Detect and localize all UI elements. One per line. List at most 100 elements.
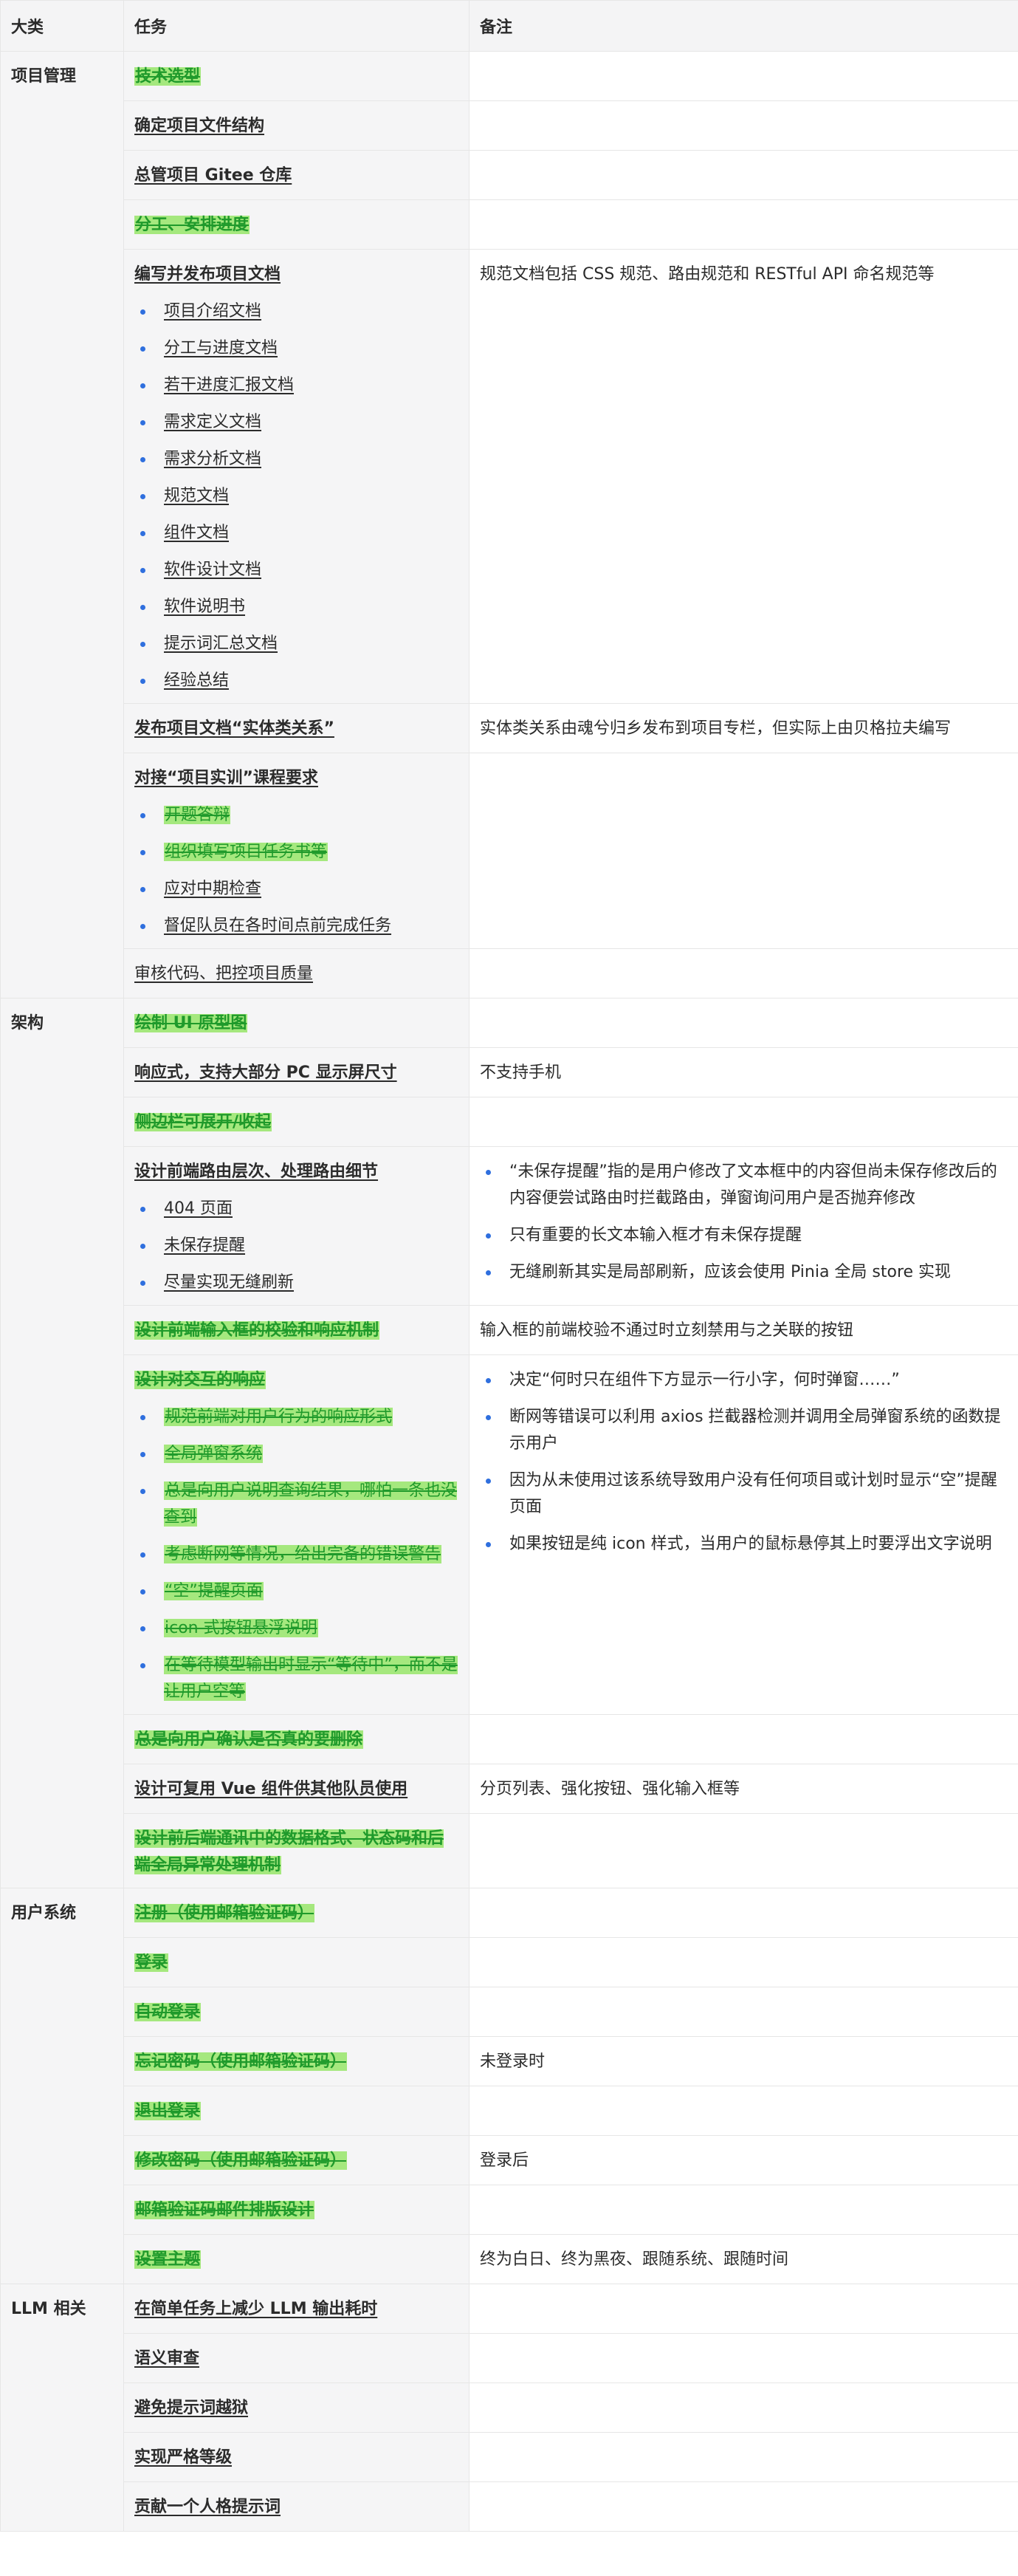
note-cell: 实体类关系由魂兮归乡发布到项目专栏，但实际上由贝格拉夫编写	[469, 703, 1018, 753]
table-row: 确定项目文件结构	[1, 100, 1018, 151]
table-row: 修改密码（使用邮箱验证码） 登录后	[1, 2135, 1018, 2185]
task-label-done: 分工、安排进度	[134, 216, 250, 234]
subtask-item: icon 式按钮悬浮说明	[134, 1615, 458, 1642]
task-cell: 贡献一个人格提示词	[123, 2481, 470, 2532]
task-cell: 侧边栏可展开/收起	[123, 1097, 470, 1147]
note-cell	[469, 1097, 1018, 1147]
subtask-list: 规范前端对用户行为的响应形式 全局弹窗系统 总是向用户说明查询结果，哪怕一条也没查到…	[134, 1404, 458, 1705]
subtask-item: 应对中期检查	[134, 876, 458, 902]
task-label-done: 侧边栏可展开/收起	[134, 1113, 272, 1131]
subtask-item: 提示词汇总文档	[134, 631, 458, 657]
task-cell: 响应式，支持大部分 PC 显示屏尺寸	[123, 1047, 470, 1097]
task-cell: 确定项目文件结构	[123, 100, 470, 151]
task-cell: 对接“项目实训”课程要求 开题答辩 组织填写项目任务书等 应对中期检查 督促队员在各时间…	[123, 753, 470, 949]
task-table: 大类 任务 备注 项目管理 技术选型 确定项目文件结构 总管项目 Gitee 仓库 分工…	[0, 0, 1018, 2532]
note-item: 只有重要的长文本输入框才有未保存提醒	[480, 1222, 1008, 1249]
subtask-label: 经验总结	[164, 671, 230, 690]
note-text: 规范文档包括 CSS 规范、路由规范和 RESTful API 命名规范等	[480, 265, 935, 284]
subtask-label: 软件说明书	[164, 597, 246, 616]
task-label-done: 绘制 UI 原型图	[134, 1014, 248, 1032]
task-cell: 设计可复用 Vue 组件供其他队员使用	[123, 1764, 470, 1814]
task-label: 在简单任务上减少 LLM 输出耗时	[134, 2300, 378, 2318]
task-label-done: 自动登录	[134, 2003, 202, 2021]
task-label: 设计可复用 Vue 组件供其他队员使用	[134, 1780, 408, 1798]
note-cell	[469, 150, 1018, 200]
subtask-item: 若干进度汇报文档	[134, 372, 458, 399]
note-cell	[469, 51, 1018, 101]
task-cell: 在简单任务上减少 LLM 输出耗时	[123, 2284, 470, 2334]
subtask-label-done: 在等待模型输出时显示“等待中”，而不是让用户空等	[164, 1656, 458, 1701]
subtask-item: 需求分析文档	[134, 446, 458, 473]
note-cell: 分页列表、强化按钮、强化输入框等	[469, 1764, 1018, 1814]
category-cell: 用户系统	[0, 1888, 124, 2284]
note-item: 断网等错误可以利用 axios 拦截器检测并调用全局弹窗系统的函数提示用户	[480, 1404, 1008, 1457]
subtask-item: 总是向用户说明查询结果，哪怕一条也没查到	[134, 1478, 458, 1531]
note-item: 如果按钮是纯 icon 样式，当用户的鼠标悬停其上时要浮出文字说明	[480, 1531, 1008, 1558]
task-label: 设计前端路由层次、处理路由细节	[134, 1162, 379, 1181]
note-cell: 终为白日、终为黑夜、跟随系统、跟随时间	[469, 2234, 1018, 2284]
subtask-label: 组件文档	[164, 524, 230, 542]
subtask-label: 未保存提醒	[164, 1236, 246, 1255]
subtask-item: 在等待模型输出时显示“等待中”，而不是让用户空等	[134, 1652, 458, 1705]
table-row: 架构 绘制 UI 原型图	[0, 998, 1018, 1888]
subtask-label: 应对中期检查	[164, 880, 262, 898]
task-cell: 自动登录	[123, 1987, 470, 2037]
task-label-done: 设计前后端通讯中的数据格式、状态码和后端全局异常处理机制	[134, 1829, 444, 1874]
note-item: 因为从未使用过该系统导致用户没有任何项目或计划时显示“空”提醒页面	[480, 1467, 1008, 1521]
task-label: 响应式，支持大部分 PC 显示屏尺寸	[134, 1063, 397, 1082]
task-label-done: 修改密码（使用邮箱验证码）	[134, 2151, 348, 2170]
task-label: 编写并发布项目文档	[134, 265, 281, 284]
subtask-item: 分工与进度文档	[134, 335, 458, 362]
note-cell	[469, 1888, 1018, 1938]
header-note: 备注	[469, 0, 1018, 52]
subtask-item: 考虑断网等情况，给出完备的错误警告	[134, 1541, 458, 1568]
category-cell: LLM 相关	[0, 2284, 124, 2532]
task-label-done: 邮箱验证码邮件排版设计	[134, 2201, 315, 2219]
task-cell: 设计前后端通讯中的数据格式、状态码和后端全局异常处理机制	[123, 1813, 470, 1888]
subtask-label: 若干进度汇报文档	[164, 376, 295, 394]
note-text: 登录后	[480, 2151, 529, 2170]
task-label: 对接“项目实训”课程要求	[134, 769, 318, 787]
table-row: 对接“项目实训”课程要求 开题答辩 组织填写项目任务书等 应对中期检查 督促队员在各时间…	[1, 753, 1018, 949]
header-task: 任务	[123, 0, 470, 52]
note-list: “未保存提醒”指的是用户修改了文本框中的内容但尚未保存修改后的内容便尝试路由时拦…	[480, 1159, 1008, 1286]
table-row: 项目管理 技术选型	[0, 51, 1018, 998]
subtask-label-done: icon 式按钮悬浮说明	[164, 1619, 318, 1637]
task-cell: 绘制 UI 原型图	[123, 998, 470, 1048]
subtask-item: 软件说明书	[134, 594, 458, 620]
subtask-list: 404 页面 未保存提醒 尽量实现无缝刷新	[134, 1196, 458, 1296]
subtask-label-done: 考虑断网等情况，给出完备的错误警告	[164, 1545, 442, 1563]
table-row: 总管项目 Gitee 仓库	[1, 150, 1018, 200]
subtask-label: 提示词汇总文档	[164, 634, 278, 653]
subtask-label-done: 组织填写项目任务书等	[164, 843, 329, 861]
table-row: 侧边栏可展开/收起	[1, 1097, 1018, 1147]
task-cell: 设计对交互的响应 规范前端对用户行为的响应形式 全局弹窗系统 总是向用户说明查询结果，…	[123, 1354, 470, 1715]
task-label-done: 忘记密码（使用邮箱验证码）	[134, 2052, 348, 2071]
note-cell	[469, 998, 1018, 1048]
task-label: 避免提示词越狱	[134, 2399, 249, 2417]
table-row: 编写并发布项目文档 项目介绍文档 分工与进度文档 若干进度汇报文档 需求定义文档 需求分析…	[1, 249, 1018, 704]
subtask-label-done: 开题答辩	[164, 806, 231, 824]
note-cell	[469, 100, 1018, 151]
note-text: 输入框的前端校验不通过时立刻禁用与之关联的按钮	[480, 1321, 854, 1340]
category-cell: 项目管理	[0, 51, 124, 998]
table-row: 退出登录	[1, 2086, 1018, 2136]
task-cell: 登录	[123, 1937, 470, 1987]
note-text: 分页列表、强化按钮、强化输入框等	[480, 1780, 740, 1798]
subtask-item: 未保存提醒	[134, 1233, 458, 1259]
task-cell: 修改密码（使用邮箱验证码）	[123, 2135, 470, 2185]
task-label: 发布项目文档“实体类关系”	[134, 719, 334, 738]
task-cell: 设置主题	[123, 2234, 470, 2284]
subtask-item: 经验总结	[134, 668, 458, 694]
task-cell: 总管项目 Gitee 仓库	[123, 150, 470, 200]
subtask-item: 组件文档	[134, 520, 458, 547]
note-item: 决定“何时只在组件下方显示一行小字，何时弹窗……”	[480, 1367, 1008, 1394]
subtask-label: 尽量实现无缝刷新	[164, 1273, 295, 1292]
table-row: 设计前后端通讯中的数据格式、状态码和后端全局异常处理机制	[1, 1813, 1018, 1888]
table-row: 总是向用户确认是否真的要删除	[1, 1714, 1018, 1764]
note-cell	[469, 199, 1018, 250]
task-label: 审核代码、把控项目质量	[134, 965, 314, 983]
note-cell	[469, 1987, 1018, 2037]
table-row: 设计前端路由层次、处理路由细节 404 页面 未保存提醒 尽量实现无缝刷新 “未保存提醒…	[1, 1146, 1018, 1306]
subtask-label-done: 全局弹窗系统	[164, 1445, 264, 1463]
